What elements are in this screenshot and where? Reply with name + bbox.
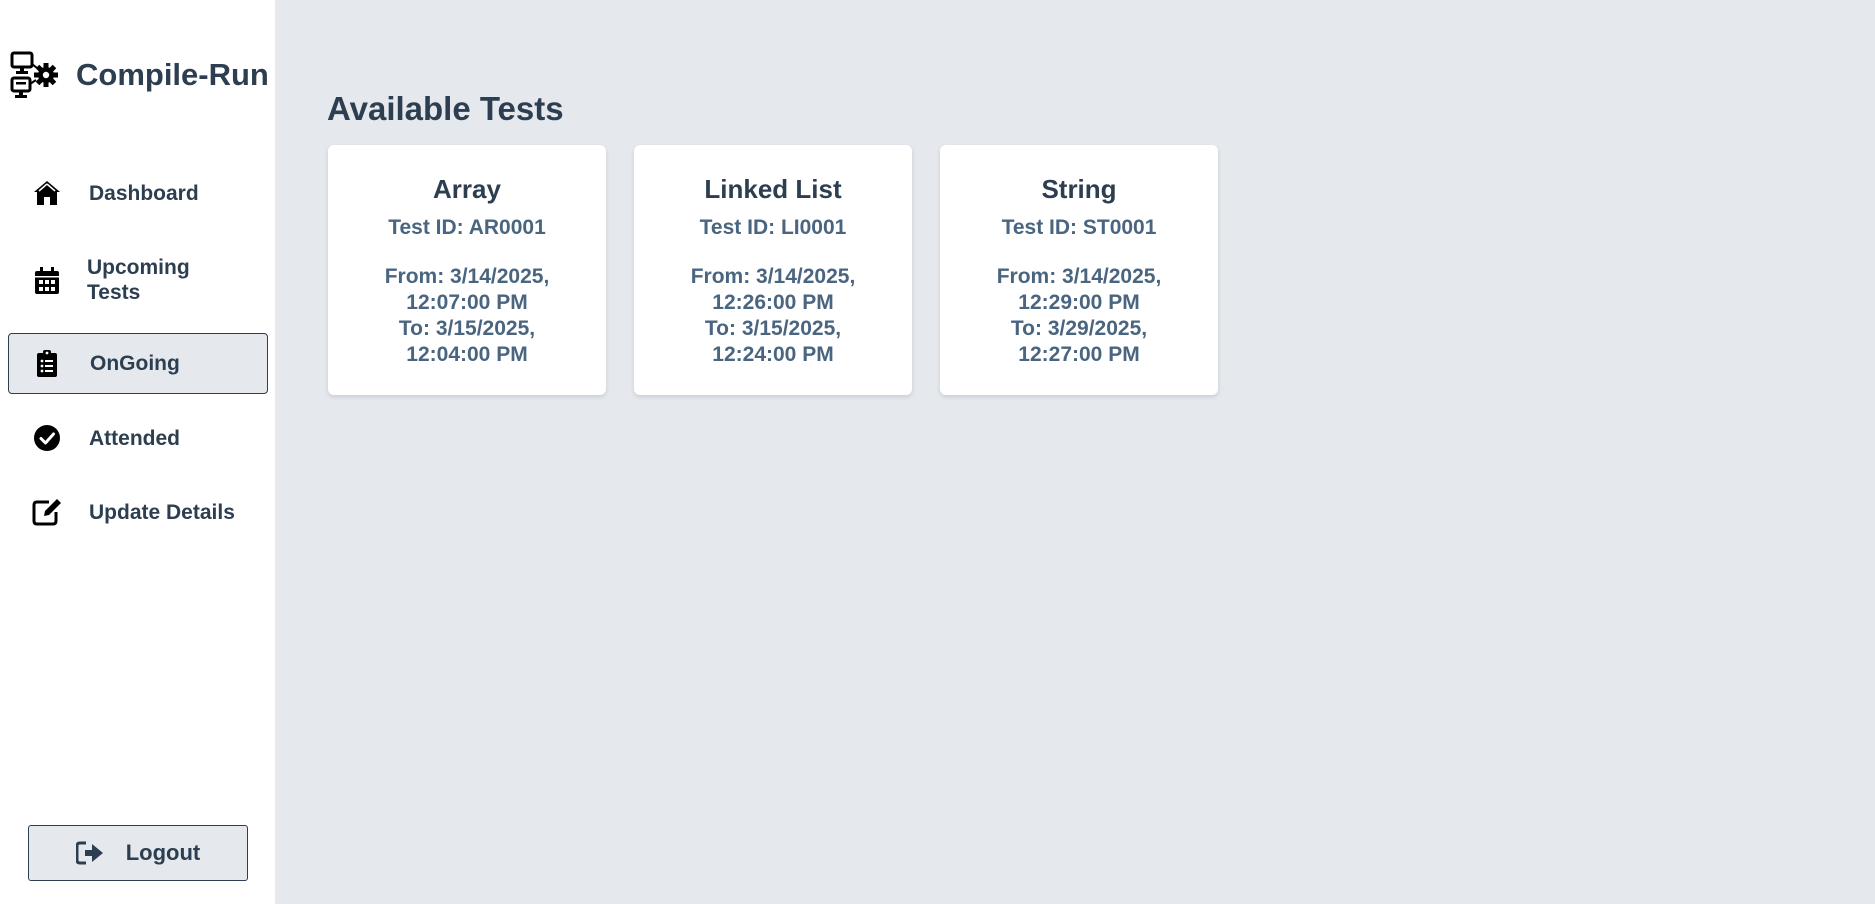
calendar-icon [31, 265, 63, 297]
test-id: Test ID: ST0001 [1001, 216, 1157, 239]
home-icon [31, 177, 63, 209]
test-start-time: From: 3/14/2025, 12:07:00 PM [384, 265, 550, 314]
sidebar-item-dashboard[interactable]: Dashboard [8, 168, 268, 218]
sign-out-icon [75, 841, 104, 865]
sidebar-item-label: Upcoming Tests [87, 256, 190, 304]
sidebar-item-update-details[interactable]: Update Details [8, 486, 268, 536]
sidebar-item-label: OnGoing [90, 352, 180, 375]
logout-button[interactable]: Logout [28, 825, 248, 881]
sidebar-item-label: Attended [89, 427, 180, 450]
test-end-time: To: 3/15/2025, 12:24:00 PM [704, 317, 842, 366]
sidebar-item-upcoming-tests[interactable]: Upcoming Tests [8, 245, 268, 315]
test-id: Test ID: LI0001 [699, 216, 847, 239]
test-id: Test ID: AR0001 [388, 216, 546, 239]
test-start-time: From: 3/14/2025, 12:26:00 PM [690, 265, 856, 314]
test-card-array[interactable]: Array Test ID: AR0001 From: 3/14/2025, 1… [328, 145, 606, 395]
check-circle-icon [31, 422, 63, 454]
test-start-time: From: 3/14/2025, 12:29:00 PM [996, 265, 1162, 314]
page-title: Available Tests [327, 90, 564, 127]
test-name: Linked List [704, 174, 842, 204]
compile-run-logo-icon [10, 50, 60, 100]
sidebar-item-label: Dashboard [89, 182, 199, 205]
test-time-range: From: 3/14/2025, 12:26:00 PM To: 3/15/20… [673, 264, 873, 368]
test-card-linked-list[interactable]: Linked List Test ID: LI0001 From: 3/14/2… [634, 145, 912, 395]
test-name: String [1041, 174, 1117, 204]
app-name: Compile-Run [76, 57, 269, 92]
logout-label: Logout [125, 840, 201, 865]
edit-icon [31, 496, 63, 528]
test-time-range: From: 3/14/2025, 12:07:00 PM To: 3/15/20… [367, 264, 567, 368]
test-name: Array [433, 174, 501, 204]
sidebar: Compile-Run Dashboard Upcoming Tests OnG… [0, 0, 275, 904]
test-time-range: From: 3/14/2025, 12:29:00 PM To: 3/29/20… [979, 264, 1179, 368]
test-card-string[interactable]: String Test ID: ST0001 From: 3/14/2025, … [940, 145, 1218, 395]
brand: Compile-Run [10, 50, 269, 100]
sidebar-item-ongoing[interactable]: OnGoing [8, 333, 268, 394]
sidebar-item-label: Update Details [89, 501, 235, 524]
sidebar-item-attended[interactable]: Attended [8, 412, 268, 462]
clipboard-list-icon [31, 348, 63, 380]
test-end-time: To: 3/29/2025, 12:27:00 PM [1010, 317, 1148, 366]
test-end-time: To: 3/15/2025, 12:04:00 PM [398, 317, 536, 366]
